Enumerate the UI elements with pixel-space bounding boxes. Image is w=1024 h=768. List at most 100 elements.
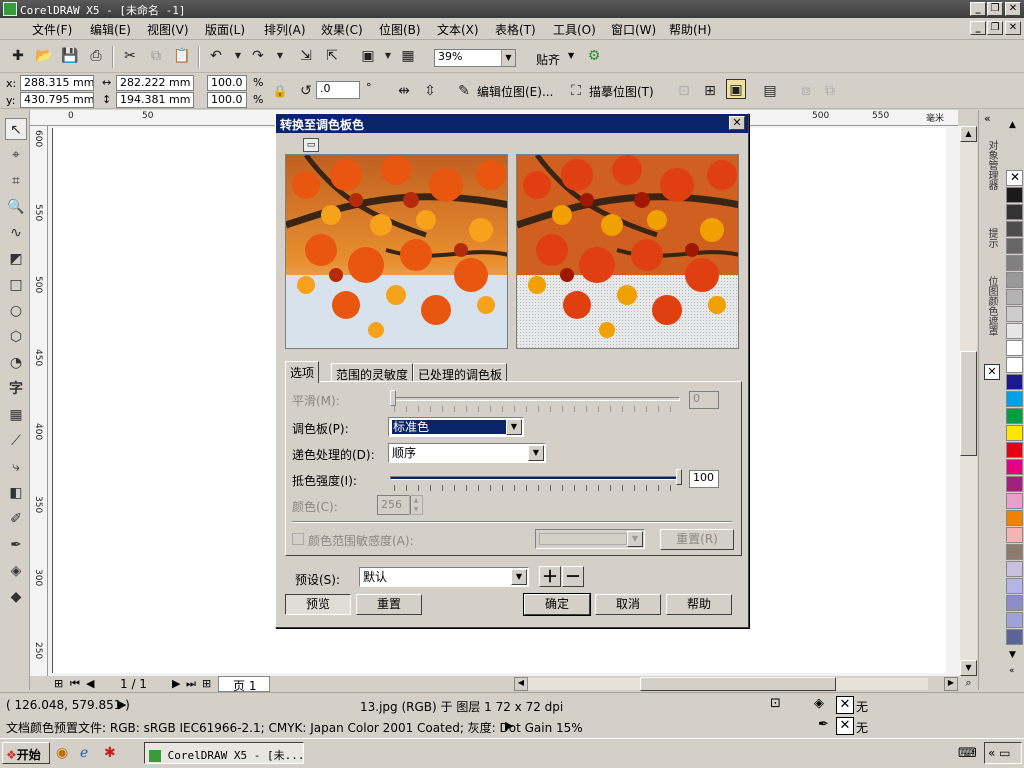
- smooth-slider-thumb[interactable]: [390, 390, 396, 406]
- vertical-ruler[interactable]: 600 550 500 450 400 350 300 250: [30, 126, 48, 676]
- preview-mode-icon[interactable]: ▭: [303, 138, 319, 152]
- cancel-button[interactable]: 取消: [595, 594, 661, 615]
- color-swatch[interactable]: [1006, 578, 1023, 594]
- tab-options[interactable]: 选项: [285, 361, 320, 383]
- trace-bitmap-icon[interactable]: ⛶: [566, 81, 586, 101]
- export-icon[interactable]: ⇱: [322, 46, 342, 66]
- preset-dropdown[interactable]: 默认 ▼: [359, 567, 529, 587]
- freehand-tool-icon[interactable]: ∿: [5, 222, 27, 244]
- no-color-swatch[interactable]: ✕: [1006, 170, 1023, 186]
- dimension-tool-icon[interactable]: ⟋: [5, 430, 27, 452]
- color-swatch[interactable]: [1006, 306, 1023, 322]
- mirror-horizontal-icon[interactable]: ⇹: [394, 81, 414, 101]
- tray-expand-icon[interactable]: «: [988, 746, 995, 760]
- palette-scroll-down-icon[interactable]: ▼: [1009, 650, 1016, 660]
- paste-icon[interactable]: 📋: [172, 46, 192, 66]
- add-page-after-icon[interactable]: ⊞: [202, 677, 211, 690]
- new-document-icon[interactable]: ✚: [8, 46, 28, 66]
- fill-swatch-none-icon[interactable]: ✕: [836, 696, 854, 714]
- menu-text[interactable]: 文本(X): [437, 21, 479, 38]
- doc-close-button[interactable]: ✕: [1005, 21, 1021, 35]
- options-icon[interactable]: ⚙: [584, 46, 604, 66]
- redo-dropdown-icon[interactable]: ▼: [270, 46, 290, 66]
- color-swatch[interactable]: [1006, 187, 1023, 203]
- menu-window[interactable]: 窗口(W): [611, 21, 656, 38]
- colors-spinner-icon[interactable]: ▲ ▼: [409, 495, 423, 515]
- tab-processed-palette[interactable]: 已处理的调色板: [413, 363, 508, 382]
- color-profile-info[interactable]: 文档颜色预置文件: RGB: sRGB IEC61966-2.1; CMYK: …: [6, 719, 583, 736]
- color-swatch[interactable]: [1006, 612, 1023, 628]
- scale-y-field[interactable]: 100.0: [207, 92, 247, 108]
- menu-file[interactable]: 文件(F): [32, 21, 72, 38]
- scroll-up-icon[interactable]: ▲: [960, 126, 977, 142]
- menu-tools[interactable]: 工具(O): [553, 21, 596, 38]
- profile-expand-icon[interactable]: ▶: [505, 719, 513, 732]
- docker-collapse-icon[interactable]: «: [984, 112, 991, 125]
- interactive-fill-icon[interactable]: ◆: [5, 586, 27, 608]
- menu-help[interactable]: 帮助(H): [669, 21, 711, 38]
- menu-edit[interactable]: 编辑(E): [90, 21, 131, 38]
- cut-icon[interactable]: ✂: [120, 46, 140, 66]
- x-position-field[interactable]: 288.315 mm: [20, 75, 94, 91]
- restore-button[interactable]: ❐: [987, 2, 1003, 16]
- preset-dropdown-arrow-icon[interactable]: ▼: [511, 569, 527, 585]
- bitmap-color-mask-icon[interactable]: ▣: [726, 79, 746, 99]
- pick-tool-icon[interactable]: ↖: [5, 118, 27, 140]
- color-swatch[interactable]: [1006, 391, 1023, 407]
- remove-preset-icon[interactable]: －: [562, 566, 584, 587]
- zoom-dropdown-icon[interactable]: ▼: [501, 50, 515, 66]
- chrome-quicklaunch-icon[interactable]: ◉: [56, 745, 68, 761]
- color-swatch[interactable]: [1006, 442, 1023, 458]
- import-icon[interactable]: ⇲: [296, 46, 316, 66]
- menu-table[interactable]: 表格(T): [495, 21, 536, 38]
- range-color-dropdown[interactable]: ▼: [535, 529, 645, 549]
- outline-tool-icon[interactable]: ✒: [5, 534, 27, 556]
- application-launcher-icon[interactable]: ▣: [358, 46, 378, 66]
- color-swatch[interactable]: [1006, 323, 1023, 339]
- processed-image-preview[interactable]: [516, 154, 739, 349]
- color-swatch[interactable]: [1006, 561, 1023, 577]
- zoom-tool-icon[interactable]: 🔍: [5, 196, 27, 218]
- print-icon[interactable]: ⎙: [86, 46, 106, 66]
- ok-button[interactable]: 确定: [523, 593, 591, 616]
- fill-tool-icon[interactable]: ◈: [5, 560, 27, 582]
- help-button[interactable]: 帮助: [666, 594, 732, 615]
- color-swatch[interactable]: [1006, 255, 1023, 271]
- doc-restore-button[interactable]: ❐: [987, 21, 1003, 35]
- tab-range-sensitivity[interactable]: 范围的灵敏度: [331, 363, 414, 382]
- navigator-zoom-icon[interactable]: ⌕: [960, 676, 977, 692]
- lock-ratio-icon[interactable]: 🔒: [270, 81, 290, 101]
- color-swatch[interactable]: [1006, 459, 1023, 475]
- color-swatch[interactable]: [1006, 289, 1023, 305]
- menu-view[interactable]: 视图(V): [147, 21, 189, 38]
- color-swatch[interactable]: [1006, 544, 1023, 560]
- scroll-right-icon[interactable]: ▶: [944, 677, 958, 691]
- edit-bitmap-icon[interactable]: ✎: [454, 81, 474, 101]
- keyboard-tray-icon[interactable]: ⌨: [958, 746, 977, 761]
- outline-swatch-none-icon[interactable]: ✕: [836, 717, 854, 735]
- y-position-field[interactable]: 430.795 mm: [20, 92, 94, 108]
- color-swatch[interactable]: [1006, 340, 1023, 356]
- docker-tab-bitmap-color-mask[interactable]: 位图颜色遮罩: [984, 276, 999, 336]
- original-image-preview[interactable]: [285, 154, 508, 349]
- dither-dropdown-arrow-icon[interactable]: ▼: [528, 445, 544, 461]
- docker-tab-object-manager[interactable]: 对象管理器: [984, 140, 999, 190]
- ie-quicklaunch-icon[interactable]: ℯ: [80, 745, 88, 761]
- color-swatch[interactable]: [1006, 221, 1023, 237]
- height-field[interactable]: 194.381 mm: [116, 92, 194, 108]
- close-button[interactable]: ✕: [1005, 2, 1021, 16]
- open-folder-icon[interactable]: 📂: [34, 46, 54, 66]
- vertical-scroll-thumb[interactable]: [960, 351, 977, 456]
- to-front-icon[interactable]: ⧈: [796, 81, 816, 101]
- blend-tool-icon[interactable]: ◧: [5, 482, 27, 504]
- undo-dropdown-icon[interactable]: ▼: [228, 46, 248, 66]
- smart-fill-icon[interactable]: ◩: [5, 248, 27, 270]
- first-page-icon[interactable]: ⏮: [70, 677, 80, 691]
- last-page-icon[interactable]: ⏭: [186, 677, 196, 691]
- prev-page-icon[interactable]: ◀: [86, 677, 94, 690]
- reset-button[interactable]: 重置: [356, 594, 422, 615]
- wrap-text-icon[interactable]: ▤: [760, 81, 780, 101]
- menu-bitmaps[interactable]: 位图(B): [379, 21, 421, 38]
- dither-strength-slider-track[interactable]: [390, 476, 680, 480]
- palette-expand-icon[interactable]: «: [1009, 666, 1015, 676]
